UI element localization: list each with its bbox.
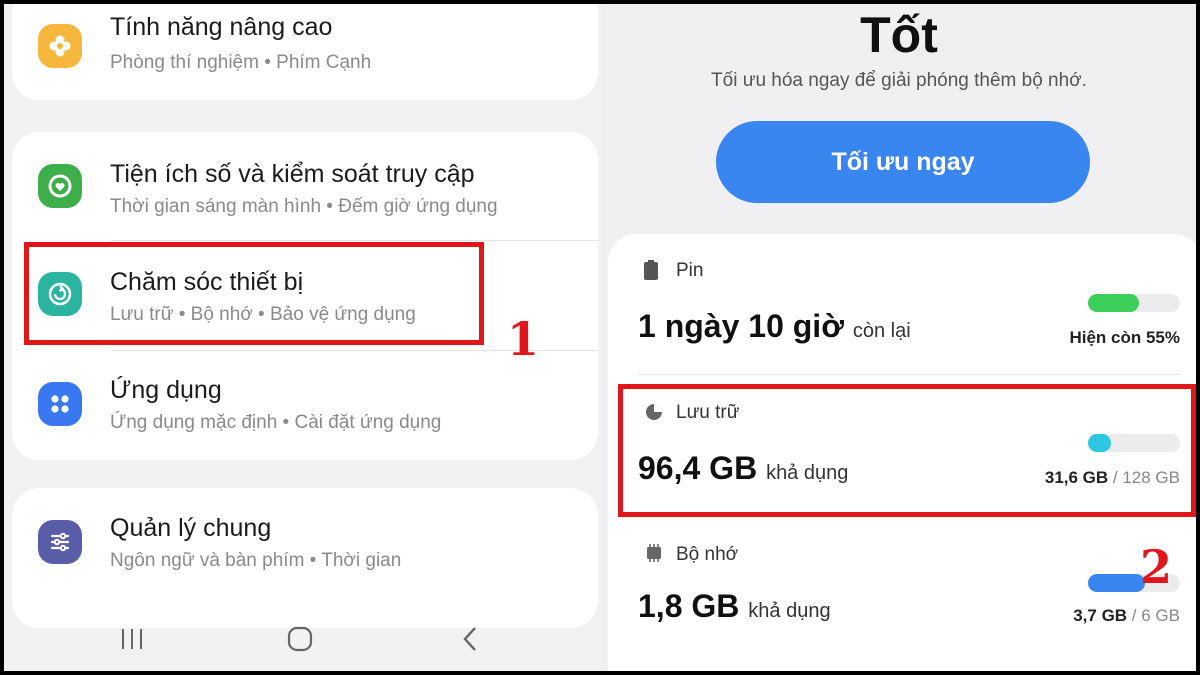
step-marker-2: 2 — [1140, 540, 1173, 594]
plus-flower-icon — [38, 24, 82, 68]
item-subtitle: Ứng dụng mặc định • Cài đặt ứng dụng — [110, 412, 442, 433]
memory-chip-icon — [644, 544, 664, 566]
step-marker-1: 1 — [507, 312, 540, 366]
highlight-box-device-care — [24, 242, 484, 345]
battery-bar — [1088, 294, 1180, 312]
divider — [110, 240, 598, 241]
battery-icon — [644, 260, 664, 282]
memory-row[interactable]: Bộ nhớ 1,8 GB khả dụng 3,7 GB / 6 GB — [608, 518, 1196, 654]
settings-card-advanced: Tính năng nâng cao Phòng thí nghiệm • Ph… — [12, 4, 598, 100]
settings-item-general-management[interactable]: Quản lý chung Ngôn ngữ và bàn phím • Thờ… — [12, 488, 598, 596]
optimize-now-button[interactable]: Tối ưu ngay — [716, 121, 1090, 203]
memory-used: 3,7 GB — [1073, 606, 1128, 625]
highlight-box-storage — [618, 384, 1196, 517]
apps-grid-icon — [38, 382, 82, 426]
battery-row[interactable]: Pin 1 ngày 10 giờ còn lại Hiện còn 55% — [608, 234, 1196, 370]
settings-item-digital-wellbeing[interactable]: Tiện ích số và kiểm soát truy cập Thời g… — [12, 132, 598, 240]
optimize-hint: Tối ưu hóa ngay để giải phóng thêm bộ nh… — [711, 70, 1087, 91]
screenshot-frame: Tính năng nâng cao Phòng thí nghiệm • Ph… — [4, 4, 1196, 671]
item-title: Ứng dụng — [110, 376, 222, 404]
battery-time-remaining: 1 ngày 10 giờ — [638, 308, 844, 344]
device-care-pane: Tốt Tối ưu hóa ngay để giải phóng thêm b… — [602, 4, 1196, 671]
home-icon[interactable] — [280, 622, 320, 656]
device-status: Tốt — [860, 7, 938, 63]
item-title: Quản lý chung — [110, 514, 272, 542]
settings-item-apps[interactable]: Ứng dụng Ứng dụng mặc định • Cài đặt ứng… — [12, 352, 598, 460]
item-subtitle: Ngôn ngữ và bàn phím • Thời gian — [110, 550, 402, 571]
digital-wellbeing-icon — [38, 164, 82, 208]
battery-suffix: còn lại — [852, 320, 911, 342]
memory-value: 1,8 GB khả dụng — [638, 588, 831, 625]
memory-label: Bộ nhớ — [676, 544, 739, 565]
item-subtitle: Thời gian sáng màn hình • Đếm giờ ứng dụ… — [110, 196, 498, 217]
item-title: Tiện ích số và kiểm soát truy cập — [110, 160, 475, 188]
memory-available: 1,8 GB — [638, 588, 740, 624]
battery-label: Pin — [676, 260, 704, 281]
battery-stat: Hiện còn 55% — [1069, 328, 1180, 347]
sliders-icon — [38, 520, 82, 564]
memory-stat: 3,7 GB / 6 GB — [1073, 606, 1180, 625]
memory-bar-fill — [1088, 574, 1146, 592]
system-nav-bar — [4, 604, 602, 671]
item-title: Tính năng nâng cao — [110, 13, 333, 41]
memory-suffix: khả dụng — [748, 600, 831, 622]
back-icon[interactable] — [450, 622, 490, 656]
battery-value: 1 ngày 10 giờ còn lại — [638, 308, 911, 345]
recents-icon[interactable] — [112, 622, 152, 656]
memory-total: 6 GB — [1141, 606, 1180, 625]
battery-bar-fill — [1088, 294, 1139, 312]
item-subtitle: Phòng thí nghiệm • Phím Cạnh — [110, 52, 372, 73]
divider — [638, 374, 1180, 375]
settings-item-advanced-features[interactable]: Tính năng nâng cao Phòng thí nghiệm • Ph… — [12, 4, 598, 100]
